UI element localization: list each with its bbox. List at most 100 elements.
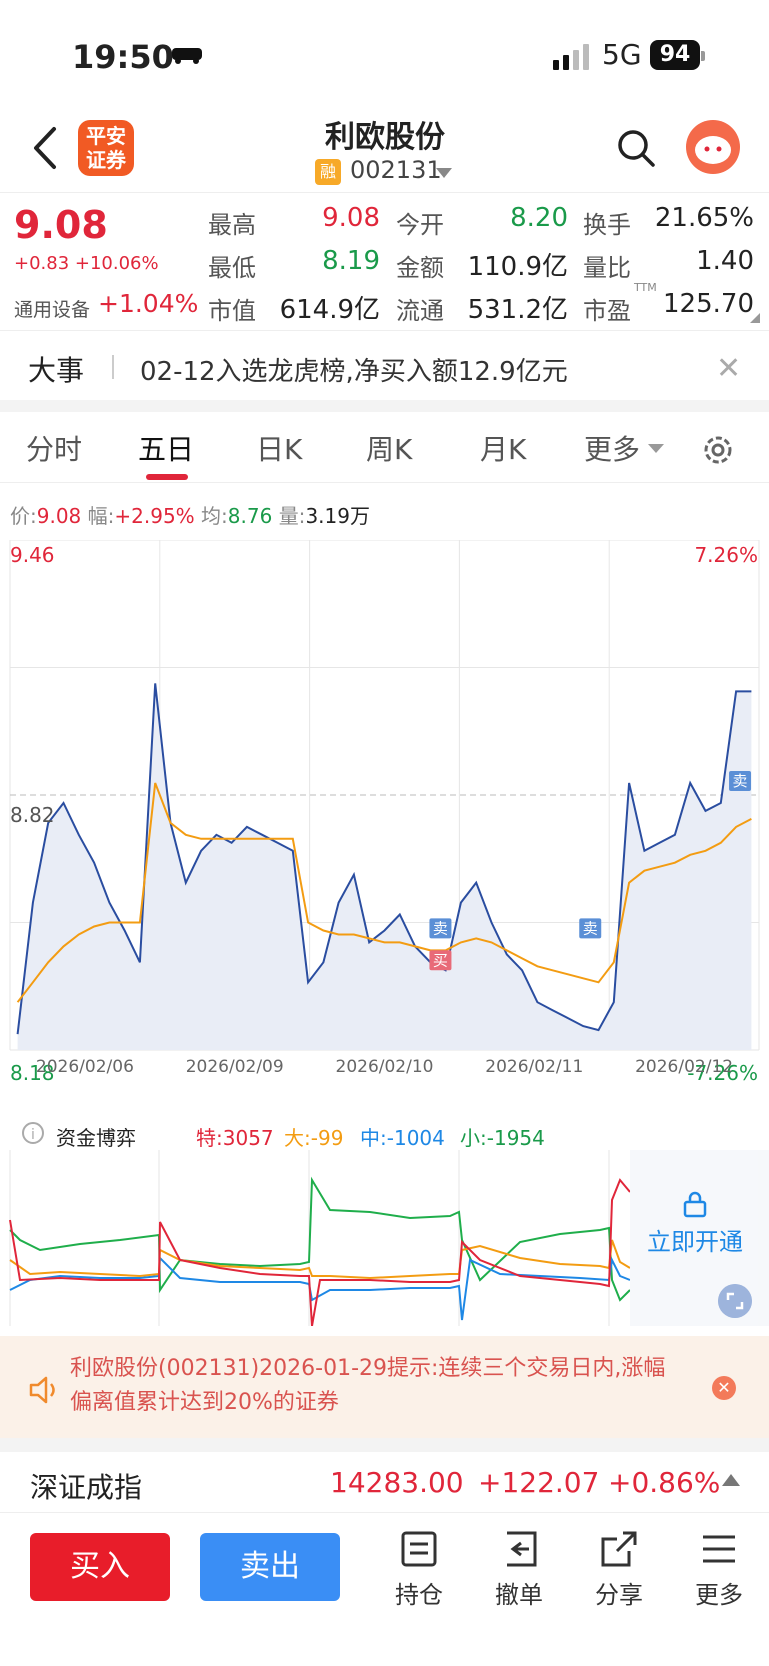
chart-tabs: 分时 五日 日K 周K 月K 更多 <box>0 412 769 483</box>
price-value: 9.08 <box>37 504 82 528</box>
back-arrow-icon[interactable] <box>26 125 66 171</box>
volume-value: 3.19万 <box>305 504 370 528</box>
chart-info-row: 价:9.08 幅:+2.95% 均:8.76 量:3.19万 <box>10 500 370 529</box>
te-label: 特: <box>196 1126 223 1150</box>
volume-ratio-label: 量比 <box>583 248 631 283</box>
fund-title: 资金博弈 <box>56 1122 136 1151</box>
unlock-button[interactable]: 立即开通 <box>630 1190 760 1250</box>
y-mid-label: 8.82 <box>10 803 55 827</box>
te-value: 3057 <box>223 1126 274 1150</box>
turnover-value: 21.65% <box>650 203 754 233</box>
nav-cancel[interactable]: 撤单 <box>484 1529 554 1610</box>
amount-label: 金额 <box>396 248 444 283</box>
index-change: +122.07 <box>478 1466 599 1499</box>
tab-weekly-k[interactable]: 周K <box>366 428 412 468</box>
high-value: 9.08 <box>300 203 380 233</box>
info-icon[interactable]: i <box>22 1122 44 1144</box>
network-type: 5G <box>602 38 642 71</box>
range-label: 幅: <box>88 504 115 528</box>
stock-code[interactable]: 002131 <box>350 156 442 184</box>
unlock-label: 立即开通 <box>647 1228 743 1256</box>
avg-label: 均: <box>201 504 228 528</box>
tab-monthly-k[interactable]: 月K <box>480 428 526 468</box>
section-gap <box>0 1438 769 1452</box>
event-text[interactable]: 02-12入选龙虎榜,净买入额12.9亿元 <box>140 351 568 388</box>
tab-daily-k[interactable]: 日K <box>256 428 302 468</box>
avg-value: 8.76 <box>228 504 273 528</box>
price-label: 价: <box>10 504 37 528</box>
signal-icon <box>553 44 593 70</box>
sell-button[interactable]: 卖出 <box>200 1533 340 1601</box>
range-value: +2.95% <box>114 504 194 528</box>
index-value: 14283.00 <box>330 1466 464 1499</box>
zhong-value: -1004 <box>387 1126 445 1150</box>
date-tick-label: 2026/02/12 <box>635 1057 733 1077</box>
quote-panel: 9.08 +0.83 +10.06% 通用设备 +1.04% 最高 9.08 今… <box>0 192 769 331</box>
marker-sell: 卖 <box>579 918 601 938</box>
y-top-label: 9.46 <box>10 543 55 567</box>
open-label: 今开 <box>396 205 444 240</box>
section-gap <box>0 400 769 412</box>
nav-more-label: 更多 <box>684 1575 754 1610</box>
nav-more[interactable]: 更多 <box>684 1529 754 1610</box>
tab-intraday[interactable]: 分时 <box>26 428 82 468</box>
cancel-order-icon <box>499 1529 539 1569</box>
marker-buy: 买 <box>429 950 451 970</box>
market-cap-label: 市值 <box>208 291 256 326</box>
car-icon <box>170 44 204 64</box>
sector-name[interactable]: 通用设备 <box>14 295 90 322</box>
date-tick-label: 2026/02/11 <box>485 1057 583 1077</box>
tab-five-day[interactable]: 五日 <box>138 428 194 468</box>
zhong-label: 中: <box>360 1126 387 1150</box>
logo-line-2: 证券 <box>78 148 134 172</box>
caret-up-icon[interactable] <box>722 1474 740 1486</box>
pe-label: 市盈 <box>583 291 631 326</box>
fullscreen-icon[interactable] <box>718 1284 752 1318</box>
notice-banner[interactable]: 利欧股份(002131)2026-01-29提示:连续三个交易日内,涨幅偏离值累… <box>0 1336 769 1438</box>
caret-down-icon[interactable] <box>648 444 664 453</box>
close-icon[interactable]: ✕ <box>716 351 741 386</box>
nav-share-label: 分享 <box>584 1575 654 1610</box>
nav-position[interactable]: 持仓 <box>384 1529 454 1610</box>
gear-icon[interactable] <box>700 432 736 468</box>
expand-corner-icon[interactable] <box>750 313 760 323</box>
battery-nub <box>701 51 705 61</box>
volume-label: 量: <box>279 504 306 528</box>
low-label: 最低 <box>208 248 256 283</box>
broker-logo[interactable]: 平安 证券 <box>78 120 134 176</box>
date-tick-label: 2026/02/10 <box>336 1057 434 1077</box>
event-bar[interactable]: 大事 02-12入选龙虎榜,净买入额12.9亿元 ✕ <box>0 330 769 401</box>
logo-line-1: 平安 <box>78 124 134 148</box>
event-title: 大事 <box>28 349 84 389</box>
search-icon[interactable] <box>616 128 656 168</box>
marker-label: 卖 <box>583 919 598 937</box>
date-tick-label: 2026/02/09 <box>186 1057 284 1077</box>
pe-value: 125.70 <box>650 289 754 319</box>
menu-icon <box>699 1529 739 1569</box>
tab-more[interactable]: 更多 <box>584 428 640 468</box>
float-cap-label: 流通 <box>396 291 444 326</box>
close-icon[interactable]: ✕ <box>712 1376 736 1400</box>
turnover-label: 换手 <box>583 205 631 240</box>
five-day-chart[interactable]: 卖买卖卖 9.46 8.82 8.18 7.26% -7.26% 2026/02… <box>0 540 769 1120</box>
low-value: 8.19 <box>300 246 380 276</box>
avatar[interactable] <box>686 120 740 174</box>
price-area <box>18 683 752 1050</box>
notice-text: 利欧股份(002131)2026-01-29提示:连续三个交易日内,涨幅偏离值累… <box>70 1352 680 1420</box>
active-tab-indicator <box>146 474 188 480</box>
fund-flow-header: i 资金博弈 特:3057 大:-99 中:-1004 小:-1954 <box>0 1120 769 1150</box>
buy-button[interactable]: 买入 <box>30 1533 170 1601</box>
caret-down-icon[interactable] <box>436 168 452 178</box>
speaker-icon <box>28 1374 62 1406</box>
index-name: 深证成指 <box>30 1466 142 1506</box>
marker-label: 卖 <box>733 772 748 790</box>
share-icon <box>599 1529 639 1569</box>
fund-line-mid <box>10 1258 630 1320</box>
nav-share[interactable]: 分享 <box>584 1529 654 1610</box>
date-tick-label: 2026/02/06 <box>36 1057 134 1077</box>
market-cap-value: 614.9亿 <box>270 289 380 326</box>
float-cap-value: 531.2亿 <box>460 289 568 326</box>
index-ticker[interactable]: 深证成指 14283.00 +122.07 +0.86% <box>0 1452 769 1512</box>
sector-change[interactable]: +1.04% <box>98 289 198 318</box>
marker-label: 卖 <box>433 919 448 937</box>
